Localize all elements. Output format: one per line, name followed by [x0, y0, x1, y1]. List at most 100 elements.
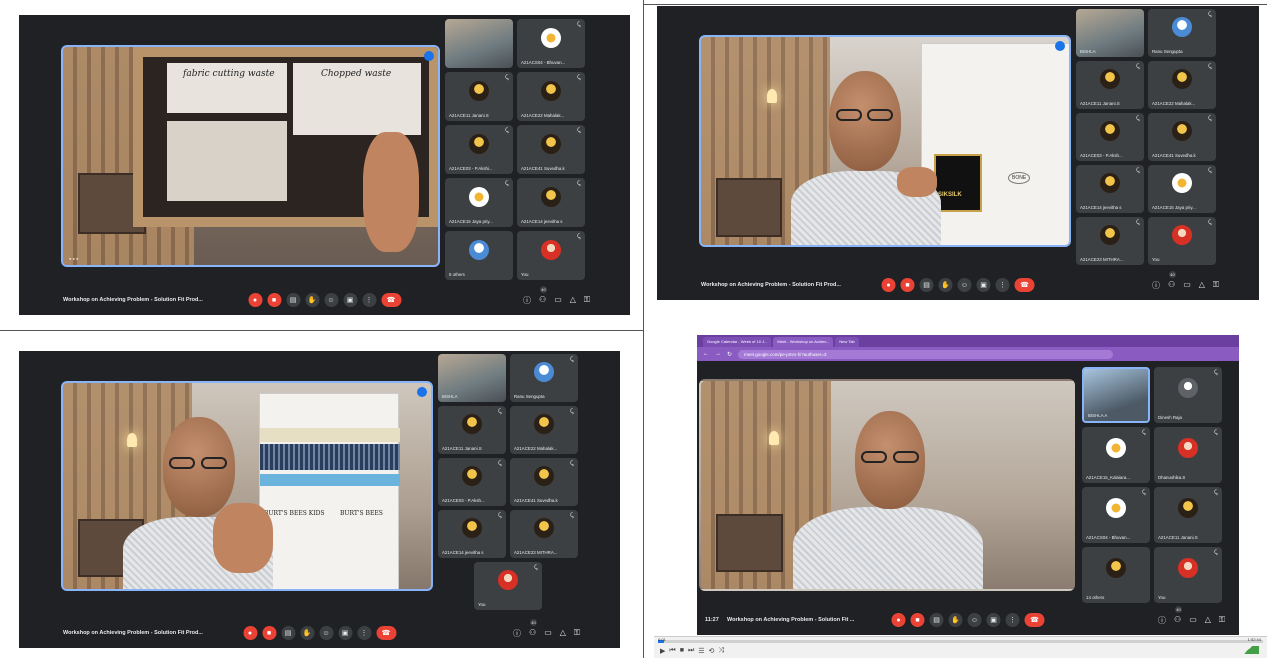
participant-tile[interactable]: ⤹ A21ACS04 - Bhuvan... — [1082, 487, 1150, 543]
participant-tile[interactable]: ⤹ A21ACE41 Suvedha.k — [517, 125, 585, 174]
participant-tile[interactable]: ⤹ A21ACE15 Jaya priy... — [445, 178, 513, 227]
participant-tile[interactable]: ⤹ A21ACE14 jeevitha s — [438, 510, 506, 558]
end-call-icon[interactable]: ☎ — [376, 626, 396, 640]
participant-tile[interactable]: ⤹ You — [474, 562, 542, 610]
participant-tile[interactable]: ⤹ A21ACE22 Mahalak... — [510, 406, 578, 454]
participant-tile[interactable]: 14 others — [1082, 547, 1150, 603]
present-icon[interactable]: ▣ — [976, 278, 991, 292]
more-icon[interactable]: ⋮ — [362, 293, 376, 307]
activities-icon[interactable]: △ — [560, 628, 566, 639]
chat-icon[interactable]: ▭ — [1189, 615, 1197, 626]
captions-icon[interactable]: ▤ — [281, 626, 295, 640]
lock-icon[interactable]: ⚿ — [1213, 280, 1219, 291]
loop-icon[interactable]: ⟲ — [709, 647, 715, 655]
present-icon[interactable]: ▣ — [343, 293, 357, 307]
captions-icon[interactable]: ▤ — [286, 293, 300, 307]
participant-tile[interactable]: ⤹ A21ACE14 jeevitha s — [1076, 165, 1144, 213]
people-icon[interactable]: ⚇ 40 — [539, 285, 548, 306]
participant-tile[interactable]: BISHLA A — [1082, 367, 1150, 423]
browser-tab[interactable]: New Tab — [835, 337, 859, 347]
lock-icon[interactable]: ⚿ — [1219, 615, 1225, 626]
info-icon[interactable]: ⓘ — [523, 295, 531, 306]
participant-tile[interactable]: ⤹ A21ACE11 Janani.S — [1076, 61, 1144, 109]
emoji-icon[interactable]: ☺ — [319, 626, 333, 640]
end-call-icon[interactable]: ☎ — [1014, 278, 1035, 292]
hand-icon[interactable]: ✋ — [948, 613, 963, 627]
participant-tile[interactable]: ⤹ Dhanushika.S — [1154, 427, 1222, 483]
participant-tile[interactable]: ⤹ A21ACE11 Janani.S — [1154, 487, 1222, 543]
camera-icon[interactable]: ■ — [910, 613, 925, 627]
mic-icon[interactable]: ● — [248, 293, 262, 307]
participant-tile[interactable]: ⤹ You — [1154, 547, 1222, 603]
present-icon[interactable]: ▣ — [986, 613, 1001, 627]
captions-icon[interactable]: ▤ — [929, 613, 944, 627]
participant-tile[interactable]: ⤹ Dinesh Raja — [1154, 367, 1222, 423]
stop-icon[interactable]: ■ — [680, 647, 684, 655]
mic-icon[interactable]: ● — [243, 626, 257, 640]
participant-tile[interactable]: ⤹ A21ACE15_Kalaiara... — [1082, 427, 1150, 483]
volume-slider[interactable] — [1237, 646, 1259, 654]
participant-tile[interactable]: ⤹ A21ACE22 Mahalak... — [517, 72, 585, 121]
chat-icon[interactable]: ▭ — [1183, 280, 1191, 291]
previous-icon[interactable]: ⏮ — [669, 647, 675, 655]
more-icon[interactable]: ⋮ — [357, 626, 371, 640]
more-icon[interactable]: ⋮ — [1005, 613, 1020, 627]
next-icon[interactable]: ⏭ — [688, 647, 694, 655]
participant-tile[interactable]: ⤹ A21ACE41 Suvedha.k — [510, 458, 578, 506]
reload-icon[interactable]: ↻ — [727, 351, 732, 358]
participant-tile[interactable]: ⤹ You — [1148, 217, 1216, 265]
participant-tile[interactable]: ⤹ A21ACE41 Suvedha.k — [1148, 113, 1216, 161]
participant-tile[interactable]: ⤹ A21ACE11 Janani.S — [445, 72, 513, 121]
end-call-icon[interactable]: ☎ — [1024, 613, 1045, 627]
participant-tile[interactable]: BISHLA — [438, 354, 506, 402]
emoji-icon[interactable]: ☺ — [967, 613, 982, 627]
captions-icon[interactable]: ▤ — [919, 278, 934, 292]
chat-icon[interactable]: ▭ — [554, 295, 562, 306]
participant-tile[interactable]: ⤹ A21ACE23 MITHRA... — [1076, 217, 1144, 265]
back-icon[interactable]: ← — [703, 351, 709, 357]
camera-icon[interactable]: ■ — [262, 626, 276, 640]
people-icon[interactable]: ⚇ 40 — [1174, 605, 1183, 626]
people-icon[interactable]: ⚇ 40 — [529, 618, 538, 639]
playlist-icon[interactable]: ☰ — [698, 647, 704, 655]
address-bar[interactable]: meet.google.com/pe-pmrv-hi?authuser=3 — [738, 349, 1114, 359]
shuffle-icon[interactable]: ⤨ — [718, 647, 724, 655]
info-icon[interactable]: ⓘ — [513, 628, 521, 639]
participant-tile[interactable]: ⤹ A21ACE22 Mahalak... — [1148, 61, 1216, 109]
browser-tab[interactable]: Google Calendar - Week of 10 J... — [703, 337, 772, 347]
browser-tab[interactable]: Meet - Workshop on Achiev... — [773, 337, 834, 347]
participant-tile[interactable]: ⤹ A21ACE15 Jaya priy... — [1148, 165, 1216, 213]
info-icon[interactable]: ⓘ — [1152, 280, 1160, 291]
activities-icon[interactable]: △ — [1199, 280, 1205, 291]
participant-tile[interactable]: 5 others — [445, 231, 513, 280]
end-call-icon[interactable]: ☎ — [381, 293, 401, 307]
play-icon[interactable]: ▶ — [660, 647, 665, 655]
hand-icon[interactable]: ✋ — [305, 293, 319, 307]
mic-icon[interactable]: ● — [891, 613, 906, 627]
participant-tile[interactable]: ⤹ A21ACE03 - P.Aksh... — [438, 458, 506, 506]
participant-tile[interactable]: ⤹ A21ACE23 MITHRA... — [510, 510, 578, 558]
participant-tile[interactable]: ⤹ Ranu Sengupta — [510, 354, 578, 402]
mic-icon[interactable]: ● — [881, 278, 896, 292]
emoji-icon[interactable]: ☺ — [324, 293, 338, 307]
present-icon[interactable]: ▣ — [338, 626, 352, 640]
participant-tile[interactable]: ⤹ You — [517, 231, 585, 280]
participant-tile[interactable]: ⤹ Ranu Sengupta — [1148, 9, 1216, 57]
hand-icon[interactable]: ✋ — [938, 278, 953, 292]
lock-icon[interactable]: ⚿ — [584, 295, 590, 306]
forward-icon[interactable]: → — [715, 351, 721, 357]
participant-tile[interactable]: ⤹ A21ACE03 - P.Aksh... — [1076, 113, 1144, 161]
participant-tile[interactable]: BISHLA — [1076, 9, 1144, 57]
participant-tile[interactable]: ⤹ A21ACE03 - P.Akshi... — [445, 125, 513, 174]
participant-tile[interactable]: ⤹ A21ACE11 Janani.S — [438, 406, 506, 454]
participant-tile[interactable] — [445, 19, 513, 68]
people-icon[interactable]: ⚇ 40 — [1168, 270, 1177, 291]
info-icon[interactable]: ⓘ — [1158, 615, 1166, 626]
camera-icon[interactable]: ■ — [900, 278, 915, 292]
chat-icon[interactable]: ▭ — [544, 628, 552, 639]
hand-icon[interactable]: ✋ — [300, 626, 314, 640]
more-icon[interactable]: ⋮ — [995, 278, 1010, 292]
activities-icon[interactable]: △ — [1205, 615, 1211, 626]
activities-icon[interactable]: △ — [570, 295, 576, 306]
participant-tile[interactable]: ⤹ A21ACS04 - Bhuvan... — [517, 19, 585, 68]
